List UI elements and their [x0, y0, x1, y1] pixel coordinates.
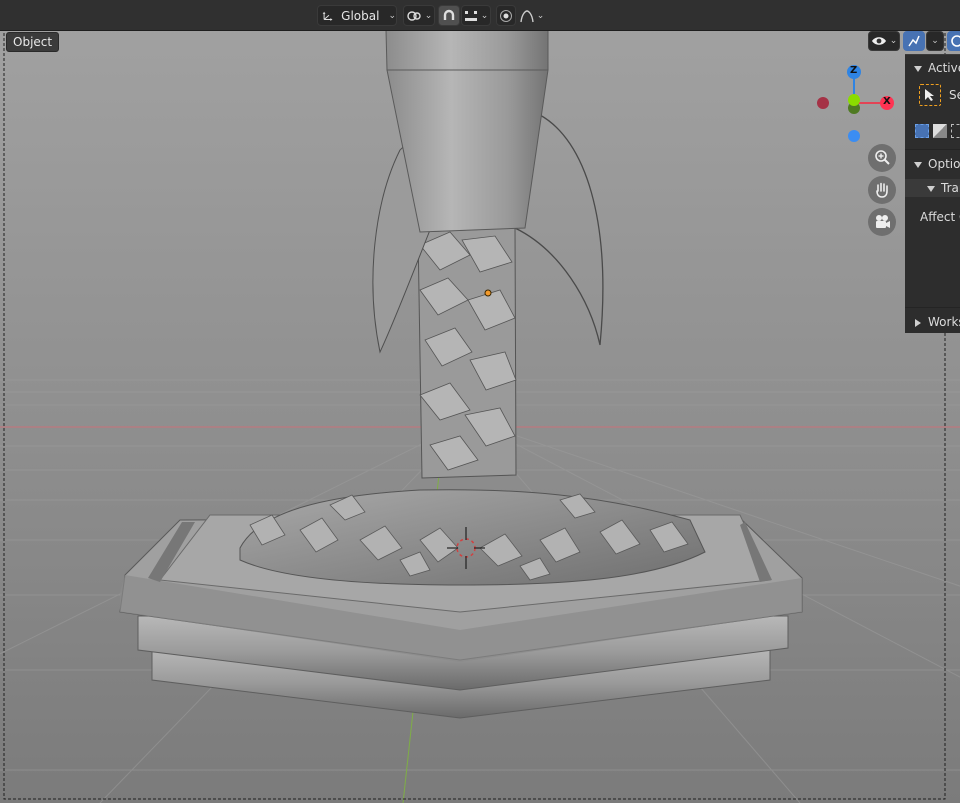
object-visibility-dropdown[interactable]: ⌄: [868, 31, 900, 51]
expand-triangle-icon: [914, 65, 922, 72]
selection-mode-row[interactable]: [905, 123, 960, 141]
gizmo-y[interactable]: [848, 94, 860, 106]
proportional-edit-icon: [500, 9, 512, 22]
workspace-panel-header[interactable]: Works: [905, 313, 960, 331]
chevron-down-icon: ⌄: [388, 10, 396, 21]
gizmo-icon: [908, 35, 920, 47]
chevron-down-icon: ⌄: [931, 36, 939, 46]
active-tool-label: Se: [949, 88, 960, 102]
chevron-down-icon: ⌄: [480, 10, 489, 21]
transform-orientation-icon: [322, 11, 333, 21]
transform-subpanel-header[interactable]: Tran: [905, 179, 960, 197]
gizmo-neg-x[interactable]: [817, 97, 829, 109]
selection-new-icon[interactable]: [915, 124, 929, 138]
overlay-toggle[interactable]: [947, 31, 960, 51]
falloff-curve-icon: [520, 9, 534, 22]
expand-triangle-icon: [927, 185, 935, 192]
selection-subtract-icon[interactable]: [951, 124, 960, 138]
proportional-falloff-dropdown[interactable]: ⌄: [517, 5, 547, 26]
snap-magnet-icon: [443, 9, 455, 20]
navigation-gizmo[interactable]: Z X: [812, 62, 904, 146]
gizmo-dropdown[interactable]: ⌄: [926, 31, 944, 51]
pivot-point-icon: [407, 10, 421, 21]
snap-toggle[interactable]: [438, 5, 460, 26]
active-tool-panel-header[interactable]: Active: [905, 59, 960, 77]
chevron-down-icon: ⌄: [424, 10, 433, 21]
pivot-point-dropdown[interactable]: ⌄: [403, 5, 435, 26]
sidebar-panel[interactable]: Active Se Option Tran Affect O Works: [905, 54, 960, 333]
gizmo-neg-z[interactable]: [848, 130, 860, 142]
chevron-down-icon: ⌄: [889, 36, 898, 46]
gizmo-x-label: X: [883, 96, 891, 107]
expand-triangle-icon: [914, 161, 922, 168]
camera-icon: [876, 215, 890, 228]
collapse-triangle-icon: [915, 318, 921, 327]
chevron-down-icon: ⌄: [536, 10, 545, 21]
snap-target-dropdown[interactable]: ⌄: [461, 5, 491, 26]
mode-label: Object: [6, 32, 60, 52]
gizmo-toggle[interactable]: [903, 31, 925, 51]
snap-increment-icon: [464, 10, 477, 21]
proportional-edit-toggle[interactable]: [496, 5, 516, 26]
cursor-arrow-icon: [925, 89, 934, 101]
camera-view-button[interactable]: [868, 208, 896, 236]
3d-viewport[interactable]: Z X Object: [0, 0, 960, 803]
active-tool-row[interactable]: Se: [905, 84, 960, 108]
gizmo-z-label: Z: [850, 65, 858, 76]
selection-extend-icon[interactable]: [933, 124, 947, 138]
zoom-icon: [875, 150, 890, 165]
affect-only-label: Affect O: [920, 210, 960, 224]
options-panel-header[interactable]: Option: [905, 155, 960, 173]
transform-orientation-label: Global: [341, 8, 380, 23]
zoom-button[interactable]: [868, 144, 896, 172]
overlay-icon: [951, 35, 960, 47]
visibility-eye-icon: [871, 37, 886, 45]
hand-pan-icon: [876, 182, 888, 198]
transform-orientation-dropdown[interactable]: Global ⌄: [317, 5, 397, 26]
pan-button[interactable]: [868, 176, 896, 204]
viewport-header: Global ⌄ ⌄ ⌄ ⌄: [0, 0, 960, 31]
